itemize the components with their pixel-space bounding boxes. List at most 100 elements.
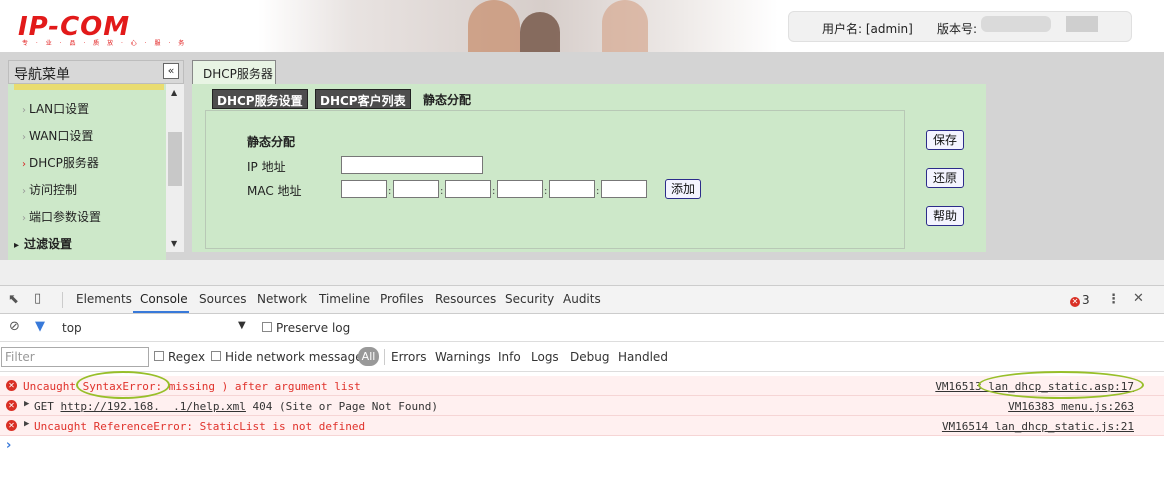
level-handled[interactable]: Handled xyxy=(618,350,668,364)
restore-button[interactable]: 还原 xyxy=(926,168,964,188)
request-url-link[interactable]: http://192.168. .1/help.xml xyxy=(61,400,246,413)
level-all[interactable]: All xyxy=(358,347,379,366)
dhcp-content-panel: DHCP服务设置 DHCP客户列表 静态分配 静态分配 IP 地址 MAC 地址… xyxy=(192,84,986,252)
sidebar-item-wan[interactable]: › WAN口设置 xyxy=(22,127,93,144)
devtools-tabbar: ⬉ ▯ Elements Console Sources Network Tim… xyxy=(0,286,1164,314)
clear-console-icon[interactable]: ⊘ xyxy=(9,319,20,334)
level-warnings[interactable]: Warnings xyxy=(435,350,491,364)
mac-octet-3-input[interactable] xyxy=(445,180,491,198)
banner-person xyxy=(468,0,520,52)
sidebar-item-lan[interactable]: › LAN口设置 xyxy=(22,100,89,117)
mac-separator: : xyxy=(596,186,600,197)
toolbar-divider xyxy=(384,349,385,365)
annotation-ring xyxy=(76,371,170,399)
mac-octet-1-input[interactable] xyxy=(341,180,387,198)
nav-group-header-partial xyxy=(14,84,164,90)
ip-address-input[interactable] xyxy=(341,156,483,174)
level-logs[interactable]: Logs xyxy=(531,350,559,364)
tab-dhcp-server[interactable]: DHCP服务器 xyxy=(192,60,276,84)
sidebar-item-port-settings[interactable]: › 端口参数设置 xyxy=(22,208,101,225)
devtools-splitter[interactable] xyxy=(0,260,1164,286)
sidebar-item-label: 访问控制 xyxy=(29,183,78,197)
mac-separator: : xyxy=(440,186,444,197)
inspect-element-icon[interactable]: ⬉ xyxy=(8,292,19,307)
hide-network-label: Hide network messages xyxy=(225,350,369,364)
device-mode-icon[interactable]: ▯ xyxy=(34,291,41,306)
mac-octet-2-input[interactable] xyxy=(393,180,439,198)
console-message-source[interactable]: VM16514 lan_dhcp_static.js:21 xyxy=(942,420,1134,433)
level-debug[interactable]: Debug xyxy=(570,350,609,364)
error-count-badge[interactable]: ✕ 3 xyxy=(1070,293,1090,307)
sidebar-item-dhcp[interactable]: › DHCP服务器 xyxy=(22,154,99,171)
mac-address-label: MAC 地址 xyxy=(247,184,302,198)
add-button[interactable]: 添加 xyxy=(665,179,701,199)
nav-scrollbar[interactable]: ▲ ▼ xyxy=(166,84,184,252)
collapse-nav-icon[interactable]: « xyxy=(163,63,179,79)
sidebar-group-filter[interactable]: ▸ 过滤设置 xyxy=(14,235,72,252)
sidebar-item-label: DHCP服务器 xyxy=(29,156,99,170)
mac-octet-4-input[interactable] xyxy=(497,180,543,198)
tab-network[interactable]: Network xyxy=(257,292,307,306)
tab-resources[interactable]: Resources xyxy=(435,292,496,306)
active-tab-indicator xyxy=(133,311,189,313)
expand-triangle-icon[interactable]: ▶ xyxy=(24,399,29,409)
tab-dhcp-settings[interactable]: DHCP服务设置 xyxy=(212,89,308,109)
tab-label: DHCP服务器 xyxy=(203,67,273,81)
tab-elements[interactable]: Elements xyxy=(76,292,132,306)
close-icon[interactable]: ✕ xyxy=(1133,291,1144,306)
request-status: 404 (Site or Page Not Found) xyxy=(245,400,438,413)
context-selector[interactable]: top xyxy=(62,321,82,335)
tab-dhcp-client-list[interactable]: DHCP客户列表 xyxy=(315,89,411,109)
sidebar-item-label: LAN口设置 xyxy=(29,102,90,116)
console-prompt[interactable]: › xyxy=(6,438,11,453)
chevron-down-icon[interactable]: ▼ xyxy=(238,320,246,331)
tab-static-assignment[interactable]: 静态分配 xyxy=(419,89,475,109)
header-banner: IP-COM 专 · 业 · 品 · 质 放 · 心 · 服 · 务 用户名: … xyxy=(0,0,1164,52)
console-message-source[interactable]: VM16383 menu.js:263 xyxy=(1008,400,1134,413)
scroll-up-icon[interactable]: ▲ xyxy=(171,88,177,97)
console-message-text: Uncaught ReferenceError: StaticList is n… xyxy=(34,420,366,433)
save-button[interactable]: 保存 xyxy=(926,130,964,150)
help-button[interactable]: 帮助 xyxy=(926,206,964,226)
tab-audits[interactable]: Audits xyxy=(563,292,601,306)
console-toolbar: ⊘ ▼ top ▼ Preserve log xyxy=(0,314,1164,342)
level-errors[interactable]: Errors xyxy=(391,350,427,364)
tab-sources[interactable]: Sources xyxy=(199,292,246,306)
tab-console[interactable]: Console xyxy=(140,292,188,306)
hide-network-checkbox[interactable] xyxy=(211,351,221,361)
regex-label: Regex xyxy=(168,350,206,364)
tab-profiles[interactable]: Profiles xyxy=(380,292,424,306)
console-message-text: GET http://192.168. .1/help.xml 404 (Sit… xyxy=(34,400,438,413)
console-message: ✕ ▶ Uncaught ReferenceError: StaticList … xyxy=(0,416,1164,436)
scrollbar-thumb[interactable] xyxy=(168,132,182,186)
preserve-log-checkbox[interactable] xyxy=(262,322,272,332)
console-filter-bar: Filter Regex Hide network messages All E… xyxy=(0,342,1164,372)
nav-menu-title: 导航菜单 xyxy=(14,67,70,83)
error-icon: ✕ xyxy=(6,380,17,391)
regex-checkbox[interactable] xyxy=(154,351,164,361)
mac-separator: : xyxy=(388,186,392,197)
mac-separator: : xyxy=(492,186,496,197)
chevron-right-icon: › xyxy=(22,159,26,170)
chevron-right-icon: › xyxy=(22,132,26,143)
error-icon: ✕ xyxy=(1070,297,1080,307)
version-value-redacted xyxy=(1066,16,1098,32)
user-info-box: 用户名: [admin] 版本号: xyxy=(788,11,1132,42)
tab-security[interactable]: Security xyxy=(505,292,554,306)
expand-triangle-icon[interactable]: ▶ xyxy=(24,419,29,429)
filter-input[interactable]: Filter xyxy=(1,347,149,367)
mac-octet-5-input[interactable] xyxy=(549,180,595,198)
scroll-down-icon[interactable]: ▼ xyxy=(171,239,177,248)
sidebar-group-label: 过滤设置 xyxy=(24,237,73,251)
chevron-right-icon: › xyxy=(22,186,26,197)
ip-address-label: IP 地址 xyxy=(247,160,286,174)
chevron-right-icon: › xyxy=(22,213,26,224)
more-options-icon[interactable]: ⋮ xyxy=(1107,292,1120,307)
tab-timeline[interactable]: Timeline xyxy=(319,292,370,306)
level-info[interactable]: Info xyxy=(498,350,521,364)
filter-icon[interactable]: ▼ xyxy=(35,319,45,334)
console-message: ✕ ▶ GET http://192.168. .1/help.xml 404 … xyxy=(0,396,1164,416)
username-label: 用户名: [admin] xyxy=(822,22,913,36)
sidebar-item-access-control[interactable]: › 访问控制 xyxy=(22,181,77,198)
mac-octet-6-input[interactable] xyxy=(601,180,647,198)
